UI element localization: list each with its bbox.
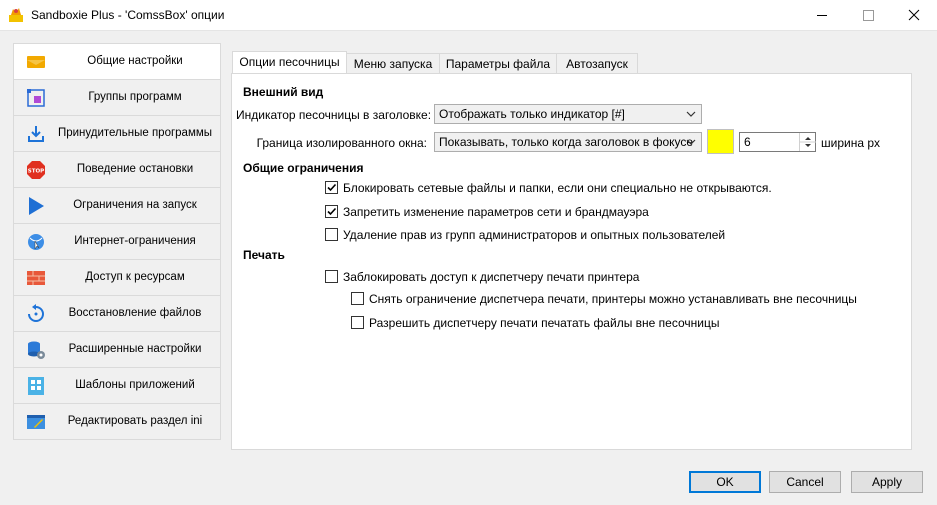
program-groups-icon (27, 89, 45, 107)
checkmark-icon (327, 207, 337, 216)
sidebar-item-internet-restrictions[interactable]: Интернет-ограничения (14, 224, 220, 260)
tab-autostart[interactable]: Автозапуск (556, 53, 638, 75)
maximize-icon (863, 10, 874, 21)
apply-button[interactable]: Apply (851, 471, 923, 493)
advanced-settings-icon (28, 341, 45, 359)
chevron-down-icon (686, 111, 696, 117)
file-recovery-icon (28, 304, 44, 322)
chevron-down-icon (686, 139, 696, 145)
internet-restrictions-icon (28, 234, 44, 250)
sidebar-item-program-groups[interactable]: Группы программ (14, 80, 220, 116)
sidebar-item-app-templates[interactable]: Шаблоны приложений (14, 368, 220, 404)
close-button[interactable] (891, 0, 937, 31)
border-label: Граница изолированного окна: (256, 136, 427, 150)
tab-file-options[interactable]: Параметры файла (439, 53, 557, 75)
sidebar-item-forced-programs[interactable]: Принудительные программы (14, 116, 220, 152)
indicator-label: Индикатор песочницы в заголовке: (236, 108, 432, 122)
tab-run-menu[interactable]: Меню запуска (346, 53, 440, 75)
ok-button[interactable]: OK (689, 471, 761, 493)
section-printing-heading: Печать (243, 248, 285, 262)
maximize-button[interactable] (845, 0, 891, 31)
section-appearance-heading: Внешний вид (243, 85, 324, 99)
resource-access-icon (27, 271, 45, 285)
sidebar-item-resource-access[interactable]: Доступ к ресурсам (14, 260, 220, 296)
stop-behavior-icon: STOP (27, 161, 45, 179)
minimize-icon (817, 15, 827, 16)
section-general-restrictions-heading: Общие ограничения (243, 161, 364, 175)
checkbox-box[interactable] (325, 181, 338, 194)
sidebar-item-file-recovery[interactable]: Восстановление файлов (14, 296, 220, 332)
window-title: Sandboxie Plus - 'ComssBox' опции (31, 8, 225, 22)
edit-ini-icon (27, 415, 45, 429)
spin-up-down-icon (800, 137, 816, 147)
sidebar-item-stop-behavior[interactable]: STOP Поведение остановки (14, 152, 220, 188)
checkmark-icon (327, 183, 337, 192)
border-width-unit: ширина px (821, 136, 881, 150)
sidebar-item-edit-ini[interactable]: Редактировать раздел ini (14, 404, 220, 440)
app-templates-icon (28, 377, 44, 395)
indicator-dropdown[interactable]: Отображать только индикатор [#] (434, 104, 702, 124)
sidebar-item-general[interactable]: Общие настройки (14, 44, 220, 80)
tab-sandbox-options[interactable]: Опции песочницы (232, 51, 347, 75)
border-dropdown[interactable]: Показывать, только когда заголовок в фок… (434, 132, 702, 152)
checkbox-box[interactable] (351, 316, 364, 329)
spinbox-arrows[interactable] (799, 133, 816, 151)
sidebar-item-start-restrictions[interactable]: Ограничения на запуск (14, 188, 220, 224)
cancel-button[interactable]: Cancel (769, 471, 841, 493)
general-settings-icon (27, 56, 45, 68)
svg-text:STOP: STOP (28, 169, 44, 175)
title-bar: Sandboxie Plus - 'ComssBox' опции (0, 0, 937, 31)
checkbox-box[interactable] (351, 292, 364, 305)
start-restrictions-icon (29, 197, 44, 215)
close-icon (908, 9, 920, 21)
border-width-spinbox[interactable]: 6 (739, 132, 816, 152)
options-panel (231, 73, 912, 450)
checkbox-box[interactable] (325, 228, 338, 241)
forced-programs-icon (28, 126, 44, 142)
sandboxie-app-icon (9, 8, 23, 22)
sidebar: Общие настройки Группы программ Принудит… (13, 43, 221, 440)
minimize-button[interactable] (799, 0, 845, 31)
checkbox-box[interactable] (325, 205, 338, 218)
border-color-picker[interactable] (707, 129, 734, 154)
checkbox-box[interactable] (325, 270, 338, 283)
sidebar-item-advanced-settings[interactable]: Расширенные настройки (14, 332, 220, 368)
